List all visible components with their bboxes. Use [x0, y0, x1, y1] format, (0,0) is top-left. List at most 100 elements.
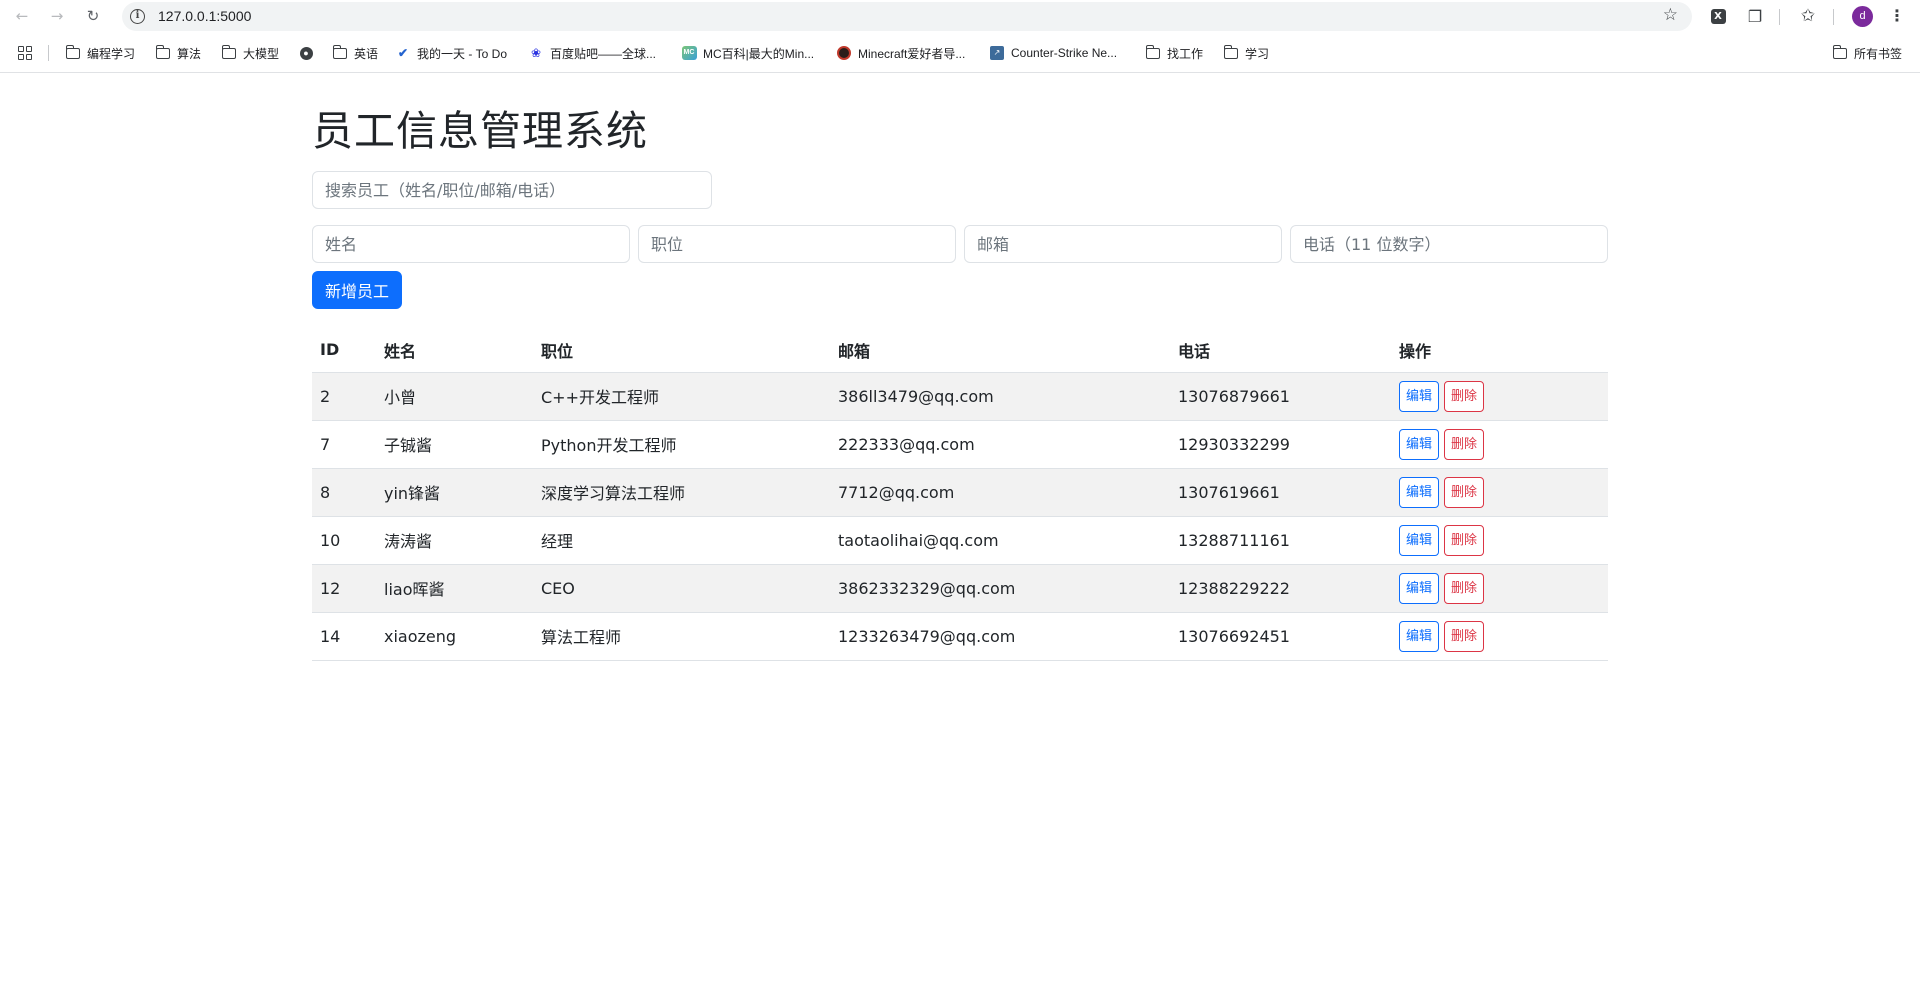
col-header-position: 职位: [533, 328, 830, 373]
cell-name: 子铖酱: [376, 420, 533, 469]
folder-icon: [1223, 44, 1239, 60]
delete-button[interactable]: 删除: [1444, 380, 1485, 412]
bookmark-item[interactable]: 找工作: [1145, 44, 1203, 62]
bookmark-item[interactable]: ❀ 百度贴吧——全球...: [528, 44, 656, 62]
edit-button[interactable]: 编辑: [1399, 380, 1440, 412]
cell-actions: 编辑 删除: [1391, 468, 1608, 517]
folder-icon: [221, 44, 237, 60]
search-input[interactable]: [312, 171, 712, 209]
cell-id: 2: [312, 372, 376, 421]
delete-button[interactable]: 删除: [1444, 428, 1485, 460]
cell-email: taotaolihai@qq.com: [830, 516, 1170, 565]
bookmark-label: 大模型: [243, 46, 280, 61]
bookmark-label: 编程学习: [87, 46, 136, 61]
bookmark-item[interactable]: 算法: [155, 44, 201, 62]
cell-id: 12: [312, 564, 376, 613]
delete-button[interactable]: 删除: [1444, 572, 1485, 604]
bookmark-item[interactable]: ↗ Counter-Strike Ne...: [989, 44, 1117, 62]
col-header-email: 邮箱: [830, 328, 1170, 373]
bookmark-label: 英语: [354, 46, 379, 61]
bookmark-label: 算法: [177, 46, 202, 61]
back-icon[interactable]: ←: [10, 4, 34, 28]
bookmark-item[interactable]: 学习: [1223, 44, 1269, 62]
profile-avatar[interactable]: d: [1852, 6, 1873, 27]
cell-id: 14: [312, 612, 376, 661]
site-info-icon[interactable]: i: [130, 9, 145, 24]
folder-icon: [155, 44, 171, 60]
delete-button[interactable]: 删除: [1444, 476, 1485, 508]
cell-email: 1233263479@qq.com: [830, 612, 1170, 661]
cell-id: 7: [312, 420, 376, 469]
bookmark-item[interactable]: 大模型: [221, 44, 279, 62]
browser-menu-icon[interactable]: ⋮: [1889, 5, 1905, 27]
all-bookmarks-label: 所有书签: [1854, 46, 1903, 61]
cell-actions: 编辑 删除: [1391, 420, 1608, 469]
delete-button[interactable]: 删除: [1444, 524, 1485, 556]
cell-id: 8: [312, 468, 376, 517]
col-header-id: ID: [312, 328, 376, 373]
name-field[interactable]: [312, 225, 630, 263]
cell-position: C++开发工程师: [533, 372, 830, 421]
cell-name: xiaozeng: [376, 612, 533, 661]
table-row: 14 xiaozeng 算法工程师 1233263479@qq.com 1307…: [312, 612, 1608, 661]
bookmark-item[interactable]: 英语: [332, 44, 378, 62]
extensions-puzzle-icon[interactable]: ❐: [1744, 5, 1766, 27]
delete-button[interactable]: 删除: [1444, 620, 1485, 652]
cell-actions: 编辑 删除: [1391, 612, 1608, 661]
cell-phone: 12930332299: [1170, 420, 1391, 469]
bookmark-item[interactable]: ✔ 我的一天 - To Do: [395, 44, 507, 62]
bookmark-label: 百度贴吧——全球...: [550, 46, 657, 61]
cell-phone: 1307619661: [1170, 468, 1391, 517]
cell-id: 10: [312, 516, 376, 565]
toolbar-divider: [1833, 9, 1834, 25]
folder-icon: [1832, 44, 1848, 60]
bookmark-item[interactable]: ●: [298, 44, 320, 62]
bookmarks-bar: 编程学习 算法 大模型 ● 英语 ✔ 我的一天 - To Do ❀ 百度贴吧——…: [0, 33, 1920, 73]
bookmark-item[interactable]: Minecraft爱好者导...: [836, 44, 965, 62]
phone-field[interactable]: [1290, 225, 1608, 263]
apps-grid-icon[interactable]: [18, 46, 32, 60]
page-title: 员工信息管理系统: [312, 107, 648, 155]
table-row: 8 yin锋酱 深度学习算法工程师 7712@qq.com 1307619661…: [312, 468, 1608, 517]
edit-button[interactable]: 编辑: [1399, 572, 1440, 604]
globe-icon: ●: [298, 46, 314, 60]
position-field[interactable]: [638, 225, 956, 263]
col-header-actions: 操作: [1391, 328, 1608, 373]
cell-email: 222333@qq.com: [830, 420, 1170, 469]
cell-email: 386ll3479@qq.com: [830, 372, 1170, 421]
extension-x-icon[interactable]: X: [1707, 5, 1729, 27]
baidu-paw-icon: ❀: [530, 46, 542, 60]
bookmark-item[interactable]: MC MC百科|最大的Min...: [681, 44, 814, 62]
cell-name: 小曾: [376, 372, 533, 421]
bookmark-star-icon[interactable]: ☆: [1663, 5, 1678, 25]
bookmarks-star-icon[interactable]: ✩: [1797, 5, 1819, 27]
address-url[interactable]: 127.0.0.1:5000: [158, 8, 251, 24]
bookmark-label: Counter-Strike Ne...: [1011, 46, 1118, 60]
mc-icon: MC: [681, 46, 697, 60]
edit-button[interactable]: 编辑: [1399, 620, 1440, 652]
cell-phone: 12388229222: [1170, 564, 1391, 613]
reload-icon[interactable]: ↻: [81, 4, 105, 28]
all-bookmarks[interactable]: 所有书签: [1832, 44, 1902, 62]
folder-icon: [332, 44, 348, 60]
folder-icon: [65, 44, 81, 60]
col-header-phone: 电话: [1170, 328, 1391, 373]
toolbar-divider: [1779, 9, 1780, 25]
table-row: 7 子铖酱 Python开发工程师 222333@qq.com 12930332…: [312, 420, 1608, 469]
edit-button[interactable]: 编辑: [1399, 524, 1440, 556]
bookmark-item[interactable]: 编程学习: [65, 44, 135, 62]
email-field[interactable]: [964, 225, 1282, 263]
add-employee-button[interactable]: 新增员工: [312, 271, 403, 309]
forward-icon[interactable]: →: [45, 4, 69, 28]
edit-button[interactable]: 编辑: [1399, 476, 1440, 508]
col-header-name: 姓名: [376, 328, 533, 373]
edit-button[interactable]: 编辑: [1399, 428, 1440, 460]
cell-position: CEO: [533, 564, 830, 613]
cell-phone: 13288711161: [1170, 516, 1391, 565]
table-row: 10 涛涛酱 经理 taotaolihai@qq.com 13288711161…: [312, 516, 1608, 565]
bookmark-label: 找工作: [1167, 46, 1204, 61]
cell-phone: 13076879661: [1170, 372, 1391, 421]
bookmark-label: 我的一天 - To Do: [417, 46, 508, 61]
browser-toolbar: ← → ↻ i 127.0.0.1:5000 ☆ X ❐ ✩ d ⋮: [0, 0, 1920, 33]
address-bar[interactable]: i 127.0.0.1:5000 ☆: [122, 2, 1692, 31]
